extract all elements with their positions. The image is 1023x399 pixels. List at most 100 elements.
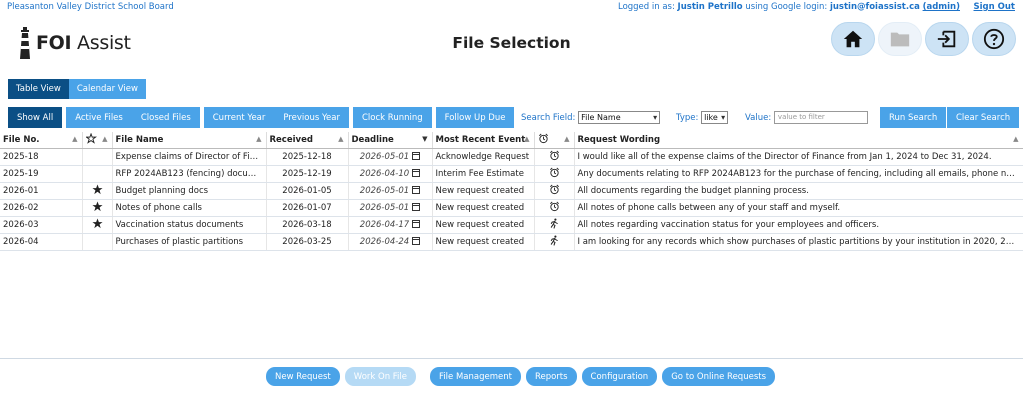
cell-clock — [534, 148, 575, 166]
cell-star[interactable] — [82, 148, 113, 166]
cell-clock — [534, 216, 575, 234]
cell-file-name: Vaccination status documents — [112, 216, 267, 234]
col-clock[interactable]: ▲ — [534, 132, 575, 149]
cell-file-no: 2025-18 — [0, 148, 83, 166]
col-most-recent-event[interactable]: Most Recent Event ▲ — [432, 132, 535, 149]
cell-file-no: 2026-02 — [0, 199, 83, 217]
org-name: Pleasanton Valley District School Board — [7, 2, 174, 12]
clock-running-button[interactable]: Clock Running — [353, 107, 432, 128]
previous-year-button[interactable]: Previous Year — [274, 107, 349, 128]
cell-deadline: 2026-04-10 — [348, 165, 433, 183]
home-button[interactable] — [831, 22, 875, 56]
col-deadline[interactable]: Deadline ▼ — [348, 132, 433, 149]
table-row[interactable]: 2026-03 Vaccination status documents 2026-… — [0, 216, 1023, 234]
search-value-group: Value: value to filter — [745, 111, 868, 124]
cell-file-name: Purchases of plastic partitions — [112, 233, 267, 251]
follow-up-due-button[interactable]: Follow Up Due — [435, 107, 515, 128]
tab-calendar-view[interactable]: Calendar View — [68, 79, 146, 99]
table-row[interactable]: 2026-04 Purchases of plastic partitions 20… — [0, 233, 1023, 251]
cell-star[interactable] — [82, 182, 113, 200]
admin-link[interactable]: (admin) — [923, 2, 960, 12]
running-person-icon — [550, 235, 558, 246]
cell-star[interactable] — [82, 233, 113, 251]
alarm-clock-icon — [549, 167, 559, 177]
current-year-button[interactable]: Current Year — [203, 107, 275, 128]
search-value-input[interactable]: value to filter — [773, 111, 868, 124]
exit-icon — [937, 30, 956, 48]
show-all-button[interactable]: Show All — [8, 107, 63, 128]
cell-file-no: 2026-01 — [0, 182, 83, 200]
alarm-clock-icon — [549, 150, 559, 160]
calendar-icon[interactable] — [412, 203, 421, 211]
clear-search-button[interactable]: Clear Search — [947, 107, 1020, 128]
cell-file-no: 2026-04 — [0, 233, 83, 251]
tab-table-view[interactable]: Table View — [8, 79, 69, 99]
search-type-group: Type: like — [676, 111, 729, 124]
cell-wording: All documents regarding the budget plann… — [574, 182, 1023, 200]
cell-file-name: Expense claims of Director of Finance — [112, 148, 267, 166]
work-on-file-button[interactable]: Work On File — [344, 367, 417, 386]
run-search-button[interactable]: Run Search — [880, 107, 947, 128]
cell-event: New request created — [432, 182, 535, 200]
calendar-icon[interactable] — [412, 169, 421, 177]
table-row[interactable]: 2026-02 Notes of phone calls 2026-01-07 202… — [0, 199, 1023, 217]
cell-event: Interim Fee Estimate — [432, 165, 535, 183]
cell-event: New request created — [432, 199, 535, 217]
alarm-clock-icon — [549, 184, 559, 194]
cell-star[interactable] — [82, 199, 113, 217]
table-row[interactable]: 2026-01 Budget planning docs 2026-01-05 202… — [0, 182, 1023, 200]
configuration-button[interactable]: Configuration — [581, 367, 658, 386]
table-row[interactable]: 2025-19 RFP 2024AB123 (fencing) documents… — [0, 165, 1023, 183]
cell-clock — [534, 199, 575, 217]
col-file-no[interactable]: File No. ▲ — [0, 132, 83, 149]
file-management-button[interactable]: File Management — [430, 367, 521, 386]
cell-deadline: 2026-04-17 — [348, 216, 433, 234]
cell-file-name: Budget planning docs — [112, 182, 267, 200]
calendar-icon[interactable] — [412, 237, 421, 245]
cell-star[interactable] — [82, 216, 113, 234]
sign-out-link[interactable]: Sign Out — [974, 2, 1015, 12]
cell-wording: Any documents relating to RFP 2024AB123 … — [574, 165, 1023, 183]
calendar-icon[interactable] — [412, 220, 421, 228]
star-icon[interactable] — [91, 183, 103, 195]
cell-received: 2025-12-19 — [266, 165, 349, 183]
col-request-wording[interactable]: Request Wording ▲ — [574, 132, 1023, 149]
calendar-icon[interactable] — [412, 152, 421, 160]
cell-deadline: 2026-04-24 — [348, 233, 433, 251]
calendar-icon[interactable] — [412, 186, 421, 194]
search-type-select[interactable]: like — [701, 111, 729, 124]
cell-file-name: RFP 2024AB123 (fencing) documents — [112, 165, 267, 183]
star-icon[interactable] — [91, 217, 103, 229]
cell-star[interactable] — [82, 165, 113, 183]
cell-file-name: Notes of phone calls — [112, 199, 267, 217]
login-info: Logged in as: Justin Petrillo using Goog… — [617, 2, 1015, 12]
cell-file-no: 2026-03 — [0, 216, 83, 234]
col-received[interactable]: Received ▲ — [266, 132, 349, 149]
folder-icon — [890, 32, 910, 47]
new-request-button[interactable]: New Request — [266, 367, 340, 386]
exit-button[interactable] — [925, 22, 969, 56]
online-requests-button[interactable]: Go to Online Requests — [662, 367, 776, 386]
folder-button[interactable] — [878, 22, 922, 56]
cell-deadline: 2026-05-01 — [348, 182, 433, 200]
help-button[interactable] — [972, 22, 1016, 56]
cell-wording: All notes of phone calls between any of … — [574, 199, 1023, 217]
star-icon[interactable] — [91, 200, 103, 212]
alarm-clock-icon — [538, 133, 548, 143]
cell-wording: All notes regarding vaccination status f… — [574, 216, 1023, 234]
table-header: File No. ▲ ▲ File Name ▲ Received ▲ Deadlin… — [0, 132, 1023, 149]
reports-button[interactable]: Reports — [525, 367, 577, 386]
col-star[interactable]: ▲ — [82, 132, 113, 149]
active-files-button[interactable]: Active Files — [66, 107, 132, 128]
user-name: Justin Petrillo — [677, 2, 743, 12]
cell-received: 2025-12-18 — [266, 148, 349, 166]
table-row[interactable]: 2025-18 Expense claims of Director of Fin… — [0, 148, 1023, 166]
user-email: justin@foiassist.ca — [829, 2, 920, 12]
col-file-name[interactable]: File Name ▲ — [112, 132, 267, 149]
cell-event: Acknowledge Request — [432, 148, 535, 166]
home-icon — [843, 30, 863, 48]
closed-files-button[interactable]: Closed Files — [131, 107, 200, 128]
cell-event: New request created — [432, 216, 535, 234]
search-field-select[interactable]: File Name — [578, 111, 661, 124]
cell-wording: I am looking for any records which show … — [574, 233, 1023, 251]
